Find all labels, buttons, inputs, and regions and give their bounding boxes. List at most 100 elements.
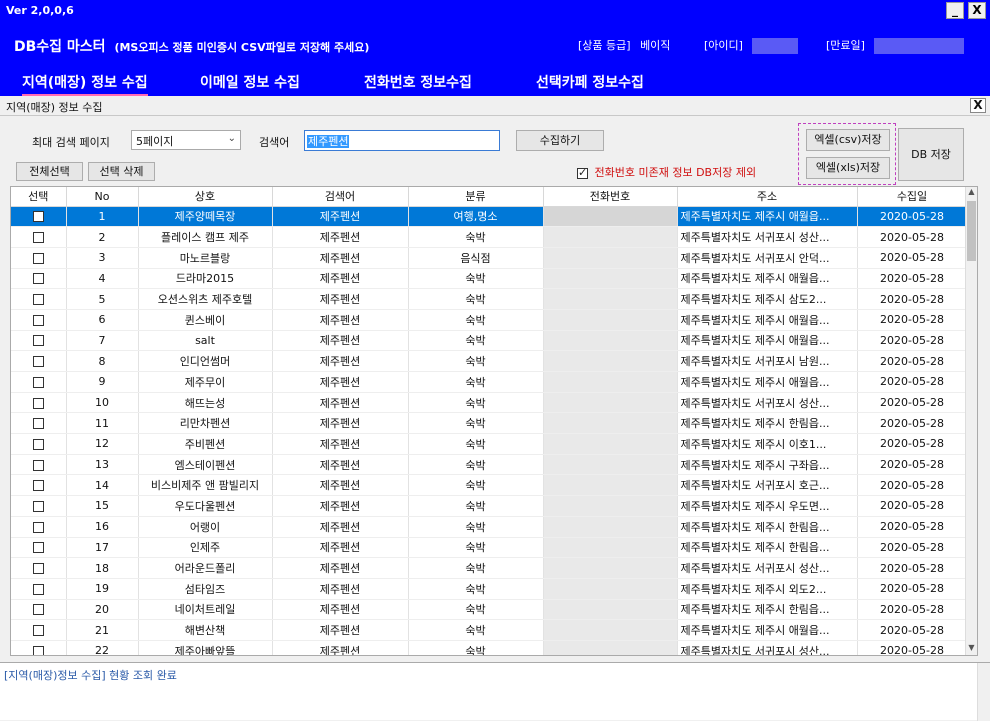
cell-category[interactable]: 숙박 [408,599,544,621]
cell-keyword[interactable]: 제주펜션 [272,495,409,517]
cell-address[interactable]: 제주특별자치도 서귀포시 호근... [677,474,858,497]
cell-category[interactable]: 숙박 [408,309,544,331]
cell-no[interactable]: 2 [66,226,139,248]
cell-no[interactable]: 22 [66,640,139,655]
cell-address[interactable]: 제주특별자치도 서귀포시 성산... [677,557,858,579]
row-checkbox[interactable] [32,542,44,554]
cell-phone[interactable] [543,578,678,600]
scroll-down-icon[interactable]: ▼ [966,643,977,655]
cell-keyword[interactable]: 제주펜션 [272,640,409,655]
cell-date[interactable]: 2020-05-28 [857,557,968,579]
cell-select[interactable] [11,330,67,352]
cell-date[interactable]: 2020-05-28 [857,619,968,641]
cell-address[interactable]: 제주특별자치도 제주시 애월읍... [677,619,858,641]
row-checkbox[interactable] [32,645,44,655]
cell-address[interactable]: 제주특별자치도 제주시 한림읍... [677,599,858,621]
cell-date[interactable]: 2020-05-28 [857,330,968,352]
table-row[interactable]: 12 주비펜션 제주펜션 숙박 제주특별자치도 제주시 이호1... 2020-05-28 [11,433,968,455]
row-checkbox[interactable] [32,583,44,595]
cell-address[interactable]: 제주특별자치도 제주시 이호1... [677,433,858,455]
cell-keyword[interactable]: 제주펜션 [272,288,409,310]
row-checkbox[interactable] [32,356,44,368]
cell-address[interactable]: 제주특별자치도 제주시 외도2... [677,578,858,600]
collect-button[interactable]: 수집하기 [516,130,604,151]
cell-keyword[interactable]: 제주펜션 [272,350,409,372]
cell-select[interactable] [11,412,67,435]
cell-select[interactable] [11,640,67,655]
cell-no[interactable]: 21 [66,619,139,641]
cell-phone[interactable] [543,537,678,559]
cell-phone[interactable] [543,350,678,372]
cell-address[interactable]: 제주특별자치도 서귀포시 안덕... [677,247,858,269]
cell-address[interactable]: 제주특별자치도 제주시 삼도2... [677,288,858,310]
cell-category[interactable]: 숙박 [408,516,544,538]
row-checkbox[interactable] [32,314,44,326]
cell-no[interactable]: 9 [66,371,139,393]
cell-phone[interactable] [543,454,678,476]
row-checkbox[interactable] [32,500,44,512]
cell-date[interactable]: 2020-05-28 [857,454,968,476]
cell-no[interactable]: 14 [66,474,139,497]
cell-address[interactable]: 제주특별자치도 서귀포시 성산... [677,392,858,414]
cell-select[interactable] [11,619,67,641]
table-row[interactable]: 8 인디언썸머 제주펜션 숙박 제주특별자치도 서귀포시 남원... 2020-05-28 [11,350,968,372]
col-header-category[interactable]: 분류 [408,187,544,207]
cell-name[interactable]: 제주양떼목장 [138,206,273,228]
cell-date[interactable]: 2020-05-28 [857,268,968,290]
cell-name[interactable]: 제주무이 [138,371,273,393]
col-header-keyword[interactable]: 검색어 [272,187,409,207]
row-checkbox[interactable] [32,211,44,223]
row-checkbox[interactable] [32,625,44,637]
cell-date[interactable]: 2020-05-28 [857,599,968,621]
row-checkbox[interactable] [32,604,44,616]
minimize-button[interactable]: _ [946,2,964,19]
table-row[interactable]: 22 제주아빠앞뜰 제주펜션 숙박 제주특별자치도 서귀포시 성산... 2020-05-… [11,640,968,655]
cell-keyword[interactable]: 제주펜션 [272,392,409,414]
cell-no[interactable]: 10 [66,392,139,414]
col-header-select[interactable]: 선택 [11,187,67,207]
cell-keyword[interactable]: 제주펜션 [272,619,409,641]
table-row[interactable]: 10 해뜨는성 제주펜션 숙박 제주특별자치도 서귀포시 성산... 2020-05-28 [11,392,968,414]
cell-keyword[interactable]: 제주펜션 [272,412,409,435]
cell-name[interactable]: 해변산책 [138,619,273,641]
cell-address[interactable]: 제주특별자치도 제주시 애월읍... [677,330,858,352]
cell-category[interactable]: 음식점 [408,247,544,269]
cell-phone[interactable] [543,371,678,393]
cell-keyword[interactable]: 제주펜션 [272,516,409,538]
cell-no[interactable]: 1 [66,206,139,228]
cell-phone[interactable] [543,599,678,621]
cell-address[interactable]: 제주특별자치도 제주시 한림읍... [677,537,858,559]
cell-name[interactable]: 해뜨는성 [138,392,273,414]
cell-keyword[interactable]: 제주펜션 [272,309,409,331]
cell-keyword[interactable]: 제주펜션 [272,537,409,559]
cell-name[interactable]: 네이처트레일 [138,599,273,621]
table-row[interactable]: 6 퀸스베이 제주펜션 숙박 제주특별자치도 제주시 애월읍... 2020-05-28 [11,309,968,331]
cell-keyword[interactable]: 제주펜션 [272,557,409,579]
cell-select[interactable] [11,557,67,579]
status-log[interactable]: [지역(매장)정보 수집] 현황 조회 완료 [0,662,990,721]
grid-scrollbar[interactable]: ▲ ▼ [965,187,977,655]
cell-no[interactable]: 7 [66,330,139,352]
col-header-date[interactable]: 수집일 [857,187,968,207]
cell-address[interactable]: 제주특별자치도 제주시 우도면... [677,495,858,517]
scroll-up-icon[interactable]: ▲ [966,187,977,199]
cell-category[interactable]: 숙박 [408,619,544,641]
log-scrollbar[interactable] [977,663,990,721]
cell-select[interactable] [11,599,67,621]
cell-select[interactable] [11,288,67,310]
cell-name[interactable]: 오션스위츠 제주호텔 [138,288,273,310]
row-checkbox[interactable] [32,397,44,409]
exclude-no-phone-option[interactable]: 전화번호 미존재 정보 DB저장 제외 [577,164,756,180]
cell-address[interactable]: 제주특별자치도 제주시 애월읍... [677,371,858,393]
cell-date[interactable]: 2020-05-28 [857,537,968,559]
menu-email-info[interactable]: 이메일 정보 수집 [200,72,300,92]
cell-address[interactable]: 제주특별자치도 제주시 애월읍... [677,206,858,228]
cell-no[interactable]: 3 [66,247,139,269]
cell-select[interactable] [11,516,67,538]
cell-name[interactable]: 인디언썸머 [138,350,273,372]
cell-name[interactable]: 퀸스베이 [138,309,273,331]
cell-name[interactable]: 드라마2015 [138,268,273,290]
cell-name[interactable]: 인제주 [138,537,273,559]
scroll-thumb[interactable] [967,201,976,261]
cell-no[interactable]: 20 [66,599,139,621]
